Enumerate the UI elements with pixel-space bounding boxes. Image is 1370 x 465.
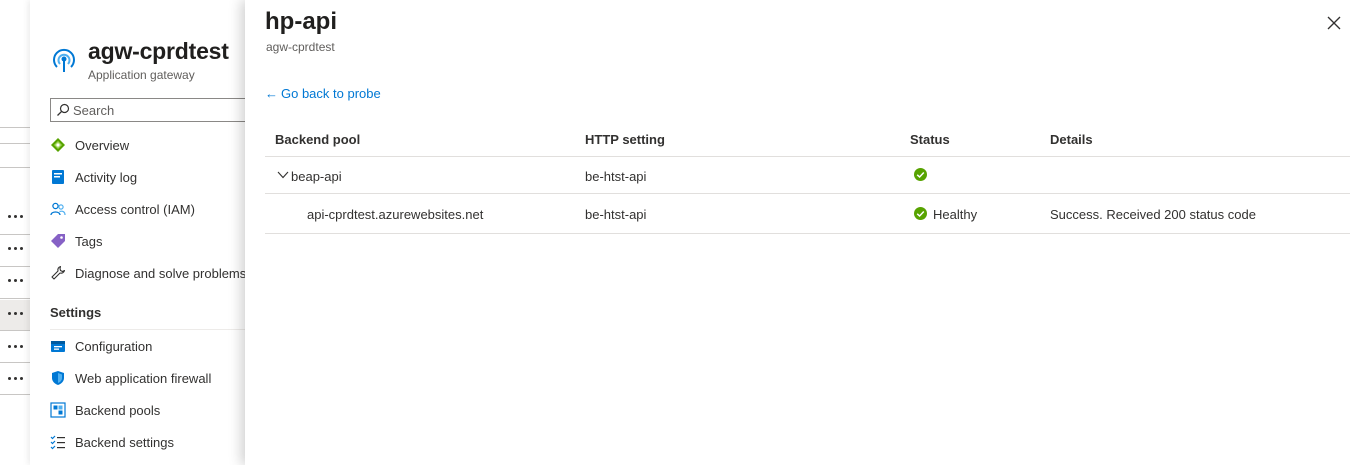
back-arrow-icon: ← <box>265 86 278 101</box>
status-healthy-icon <box>914 168 927 181</box>
divider <box>265 233 1350 234</box>
divider <box>0 127 30 128</box>
list-settings-icon <box>50 435 65 450</box>
divider <box>0 298 30 299</box>
application-gateway-icon <box>53 48 75 72</box>
nav-item-label: Configuration <box>75 339 153 354</box>
go-back-link[interactable]: ← Go back to probe <box>265 86 381 101</box>
nav-item-label: Backend pools <box>75 403 161 418</box>
wrench-icon <box>51 265 66 280</box>
background-resource-list <box>0 0 30 465</box>
resource-name: agw-cprdtest <box>88 38 229 64</box>
search-icon <box>57 103 70 116</box>
nav-item-backend-settings[interactable]: Backend settings <box>48 429 248 457</box>
column-header-backend-pool: Backend pool <box>275 132 361 147</box>
divider <box>0 330 30 331</box>
resource-type: Application gateway <box>88 68 195 82</box>
divider <box>0 394 30 395</box>
divider <box>0 266 30 267</box>
status-text: Healthy <box>933 207 978 222</box>
backend-pool-name: beap-api <box>291 169 342 184</box>
nav-item-diagnose[interactable]: Diagnose and solve problems <box>48 260 248 288</box>
nav-item-label: Activity log <box>75 170 138 185</box>
more-options-icon[interactable] <box>6 245 26 253</box>
more-options-icon[interactable] <box>6 343 26 351</box>
backend-pool-icon <box>50 402 66 418</box>
panel-subtitle: agw-cprdtest <box>266 40 335 54</box>
settings-section-header: Settings <box>50 305 102 320</box>
nav-item-tags[interactable]: Tags <box>48 228 248 256</box>
nav-item-activity-log[interactable]: Activity log <box>48 164 248 192</box>
column-header-http-setting: HTTP setting <box>585 132 665 147</box>
nav-item-label: Web application firewall <box>75 371 212 386</box>
close-icon[interactable] <box>1325 14 1343 32</box>
http-setting-value: be-htst-api <box>585 207 647 222</box>
search-input[interactable] <box>73 101 253 119</box>
more-options-icon[interactable] <box>6 277 26 285</box>
column-header-status: Status <box>910 132 950 147</box>
divider <box>0 143 30 144</box>
people-icon <box>50 202 66 216</box>
chevron-down-icon[interactable] <box>277 169 289 181</box>
details-panel: hp-api agw-cprdtest ← Go back to probe Ba… <box>245 0 1370 465</box>
tag-icon <box>51 234 65 248</box>
nav-item-backend-pools[interactable]: Backend pools <box>48 397 248 425</box>
nav-item-access-control[interactable]: Access control (IAM) <box>48 196 248 224</box>
status-healthy-icon <box>914 207 927 220</box>
http-setting-value: be-htst-api <box>585 169 647 184</box>
nav-item-label: Diagnose and solve problems <box>75 266 247 281</box>
nav-item-label: Backend settings <box>75 435 175 450</box>
backend-address: api-cprdtest.azurewebsites.net <box>307 207 484 222</box>
configuration-icon <box>51 341 65 352</box>
details-text: Success. Received 200 status code <box>1050 207 1256 222</box>
divider <box>265 156 1350 157</box>
overview-icon <box>51 138 65 152</box>
activity-log-icon <box>52 170 64 184</box>
nav-item-label: Access control (IAM) <box>75 202 195 217</box>
divider <box>0 362 30 363</box>
back-link-label: Go back to probe <box>281 86 381 101</box>
divider <box>265 193 1350 194</box>
nav-item-configuration[interactable]: Configuration <box>48 333 248 361</box>
more-options-icon[interactable] <box>6 375 26 383</box>
nav-item-waf[interactable]: Web application firewall <box>48 365 248 393</box>
nav-item-label: Overview <box>75 138 130 153</box>
more-options-icon[interactable] <box>6 310 26 318</box>
search-box[interactable] <box>50 98 255 122</box>
shield-icon <box>52 371 64 385</box>
divider <box>0 234 30 235</box>
divider <box>50 329 245 330</box>
more-options-icon[interactable] <box>6 213 26 221</box>
panel-title: hp-api <box>265 8 337 35</box>
column-header-details: Details <box>1050 132 1093 147</box>
nav-item-label: Tags <box>75 234 103 249</box>
divider <box>0 167 30 168</box>
nav-item-overview[interactable]: Overview <box>48 132 248 160</box>
resource-blade: agw-cprdtest Application gateway Overvie… <box>30 0 255 465</box>
